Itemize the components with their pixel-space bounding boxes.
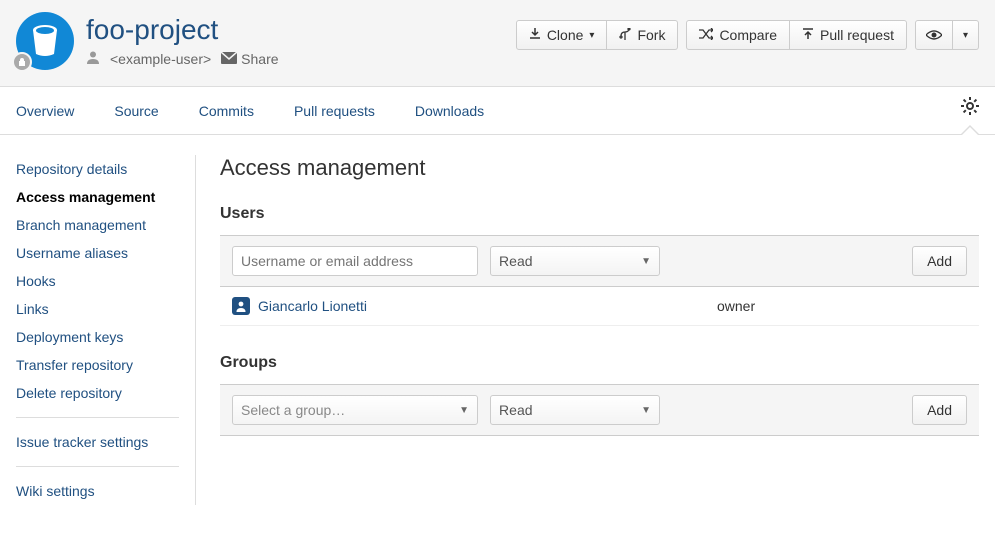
person-badge-icon (232, 297, 250, 315)
repo-nav: Overview Source Commits Pull requests Do… (0, 87, 995, 135)
nav-overview[interactable]: Overview (16, 89, 74, 133)
groups-heading: Groups (220, 354, 979, 372)
share-link[interactable]: Share (221, 51, 278, 67)
lock-icon (12, 52, 32, 72)
sidebar-username-aliases[interactable]: Username aliases (16, 239, 179, 267)
users-section: Read ▼ Add Giancarlo Lionetti owner (220, 235, 979, 326)
user-role: owner (717, 298, 917, 314)
add-user-button[interactable]: Add (912, 246, 967, 276)
caret-down-icon: ▾ (963, 30, 968, 41)
repo-name[interactable]: foo-project (86, 14, 279, 46)
user-permission-select[interactable]: Read ▼ (490, 246, 660, 276)
fork-button[interactable]: Fork (607, 20, 678, 50)
content: Access management Users Read ▼ Add Gianc… (196, 155, 979, 505)
upload-icon (802, 27, 814, 43)
sidebar-deployment-keys[interactable]: Deployment keys (16, 323, 179, 351)
sidebar-delete-repo[interactable]: Delete repository (16, 379, 179, 407)
user-name: Giancarlo Lionetti (258, 298, 367, 314)
group-select[interactable]: Select a group… ▼ (232, 395, 478, 425)
user-link[interactable]: Giancarlo Lionetti (232, 297, 367, 315)
page-title: Access management (220, 155, 979, 181)
sidebar-links[interactable]: Links (16, 295, 179, 323)
users-add-row: Read ▼ Add (220, 236, 979, 287)
nav-downloads[interactable]: Downloads (415, 89, 484, 133)
caret-down-icon: ▾ (589, 30, 594, 41)
sidebar-access-management[interactable]: Access management (16, 183, 179, 211)
repo-header: foo-project <example-user> Share Clone ▾ (0, 0, 995, 87)
user-search-input[interactable] (232, 246, 478, 276)
user-icon (86, 50, 100, 67)
user-row: Giancarlo Lionetti owner (220, 287, 979, 326)
pull-request-button[interactable]: Pull request (790, 20, 907, 50)
add-group-button[interactable]: Add (912, 395, 967, 425)
triangle-down-icon: ▼ (459, 405, 469, 416)
nav-commits[interactable]: Commits (199, 89, 254, 133)
triangle-down-icon: ▼ (641, 405, 651, 416)
repo-owner[interactable]: <example-user> (110, 51, 211, 67)
settings-sidebar: Repository details Access management Bra… (16, 155, 196, 505)
users-heading: Users (220, 205, 979, 223)
settings-gear[interactable] (961, 87, 979, 134)
sidebar-repo-details[interactable]: Repository details (16, 155, 179, 183)
watch-menu-button[interactable]: ▾ (953, 20, 979, 50)
triangle-down-icon: ▼ (641, 256, 651, 267)
nav-source[interactable]: Source (114, 89, 158, 133)
watch-button[interactable] (915, 20, 953, 50)
groups-section: Select a group… ▼ Read ▼ Add (220, 384, 979, 436)
fork-icon (619, 27, 631, 43)
shuffle-icon (699, 27, 713, 43)
repo-title-block: foo-project <example-user> Share (86, 12, 279, 67)
gear-icon (961, 99, 979, 119)
groups-add-row: Select a group… ▼ Read ▼ Add (220, 385, 979, 436)
share-label: Share (241, 51, 278, 67)
header-actions: Clone ▾ Fork Compare Pull request (516, 20, 979, 50)
download-icon (529, 27, 541, 43)
mail-icon (221, 51, 237, 67)
repo-avatar (16, 12, 74, 70)
sidebar-branch-management[interactable]: Branch management (16, 211, 179, 239)
clone-button[interactable]: Clone ▾ (516, 20, 608, 50)
group-permission-select[interactable]: Read ▼ (490, 395, 660, 425)
nav-pull-requests[interactable]: Pull requests (294, 89, 375, 133)
sidebar-wiki-settings[interactable]: Wiki settings (16, 477, 179, 505)
sidebar-hooks[interactable]: Hooks (16, 267, 179, 295)
compare-button[interactable]: Compare (686, 20, 790, 50)
sidebar-transfer-repo[interactable]: Transfer repository (16, 351, 179, 379)
sidebar-issue-tracker[interactable]: Issue tracker settings (16, 428, 179, 456)
eye-icon (926, 27, 942, 43)
